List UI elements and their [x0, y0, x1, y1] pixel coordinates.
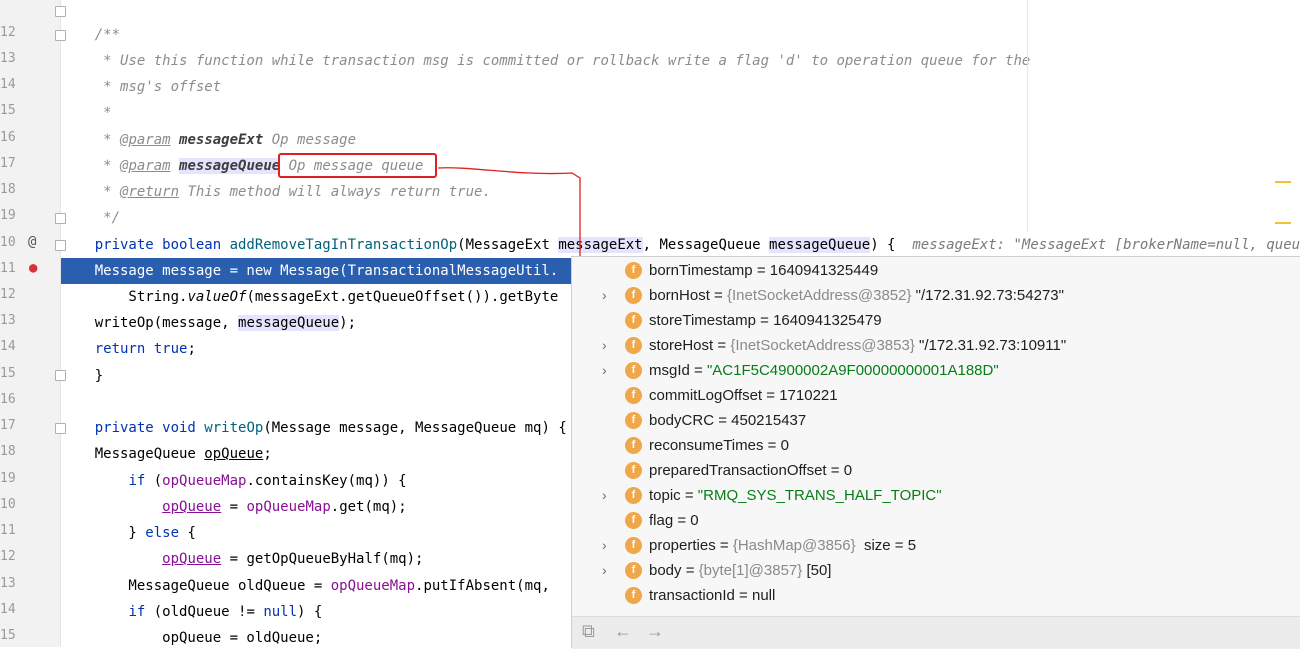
field-icon: f	[625, 387, 642, 404]
variable-row[interactable]: f commitLogOffset = 1710221	[572, 383, 1300, 408]
variable-row[interactable]: › f storeHost = {InetSocketAddress@3853} "…	[572, 333, 1300, 358]
variable-row[interactable]: f preparedTransactionOffset = 0	[572, 458, 1300, 483]
field-icon: f	[625, 562, 642, 579]
expand-arrow-icon[interactable]: ›	[602, 283, 607, 308]
expand-arrow-icon[interactable]: ›	[602, 333, 607, 358]
variable-row[interactable]: f reconsumeTimes = 0	[572, 433, 1300, 458]
variable-row[interactable]: f flag = 0	[572, 508, 1300, 533]
field-icon: f	[625, 412, 642, 429]
show-types-icon[interactable]: ⧉	[582, 621, 595, 642]
field-icon: f	[625, 537, 642, 554]
field-icon: f	[625, 262, 642, 279]
variable-row[interactable]: f bodyCRC = 450215437	[572, 408, 1300, 433]
variable-row[interactable]: › f body = {byte[1]@3857} [50]	[572, 558, 1300, 583]
field-icon: f	[625, 487, 642, 504]
field-icon: f	[625, 337, 642, 354]
variable-row[interactable]: f bornTimestamp = 1640941325449	[572, 258, 1300, 283]
field-icon: f	[625, 312, 642, 329]
field-icon: f	[625, 587, 642, 604]
expand-arrow-icon[interactable]: ›	[602, 358, 607, 383]
variable-row-topic[interactable]: › f topic = "RMQ_SYS_TRANS_HALF_TOPIC"	[572, 483, 1300, 508]
field-icon: f	[625, 512, 642, 529]
expand-arrow-icon[interactable]: ›	[602, 483, 607, 508]
forward-arrow-icon[interactable]: →	[646, 621, 664, 642]
variable-row[interactable]: › f bornHost = {InetSocketAddress@3852} "/…	[572, 283, 1300, 308]
debugger-variables-popup[interactable]: f bornTimestamp = 1640941325449 › f bornHos…	[571, 256, 1300, 649]
variable-row[interactable]: f transactionId = null	[572, 583, 1300, 608]
back-arrow-icon[interactable]: ←	[614, 621, 632, 642]
variable-row[interactable]: f storeTimestamp = 1640941325479	[572, 308, 1300, 333]
field-icon: f	[625, 462, 642, 479]
variable-row[interactable]: › f properties = {HashMap@3856} size = 5	[572, 533, 1300, 558]
expand-arrow-icon[interactable]: ›	[602, 533, 607, 558]
variable-row[interactable]: › f msgId = "AC1F5C4900002A9F00000000001A1…	[572, 358, 1300, 383]
field-icon: f	[625, 362, 642, 379]
field-icon: f	[625, 287, 642, 304]
field-icon: f	[625, 437, 642, 454]
expand-arrow-icon[interactable]: ›	[602, 558, 607, 583]
popup-toolbar: ⧉ ← →	[572, 616, 1300, 649]
